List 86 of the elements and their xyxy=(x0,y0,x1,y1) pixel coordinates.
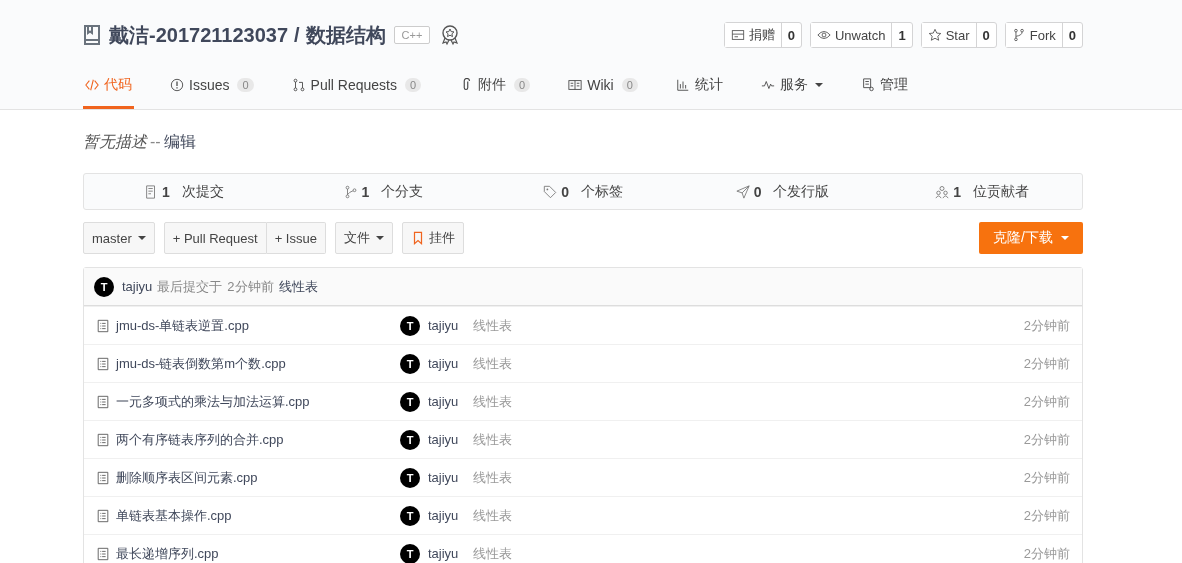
pull-request-icon xyxy=(291,78,306,92)
tag-icon xyxy=(543,184,558,199)
file-dropdown[interactable]: 文件 xyxy=(334,222,393,254)
repo-name-link[interactable]: 数据结构 xyxy=(305,21,386,49)
nav-tab[interactable]: Pull Requests 0 xyxy=(289,64,424,109)
new-issue-button[interactable]: + Issue xyxy=(266,222,326,254)
star-icon xyxy=(927,28,942,42)
avatar: T xyxy=(400,353,420,374)
people-icon xyxy=(935,184,950,199)
pulse-icon xyxy=(760,78,775,92)
stat-link[interactable]: 0 个发行版 xyxy=(682,174,883,209)
commit-time: 2分钟前 xyxy=(1023,316,1070,335)
file-icon xyxy=(96,356,110,371)
repo-icon xyxy=(83,25,101,45)
commit-time: 2分钟前 xyxy=(1023,354,1070,373)
avatar: T xyxy=(400,467,420,488)
commit-time: 2分钟前 xyxy=(227,277,274,296)
stat-link[interactable]: 1 次提交 xyxy=(84,174,284,209)
commit-label: 最后提交于 xyxy=(157,277,223,296)
eye-icon xyxy=(816,28,831,42)
book-icon xyxy=(568,78,583,92)
commit-message-link[interactable]: 线性表 xyxy=(278,277,318,296)
path-separator: / xyxy=(294,23,300,47)
file-icon xyxy=(96,470,110,485)
widget-button[interactable]: 挂件 xyxy=(401,222,464,254)
author-link[interactable]: tajiyu xyxy=(428,432,459,447)
file-icon xyxy=(96,394,110,409)
nav-tab[interactable]: Issues 0 xyxy=(168,64,256,109)
file-link[interactable]: jmu-ds-单链表逆置.cpp xyxy=(116,316,249,335)
file-icon xyxy=(96,508,110,523)
avatar: T xyxy=(400,391,420,412)
author-link[interactable]: tajiyu xyxy=(428,356,459,371)
repo-owner-link[interactable]: 戴洁-201721123037 xyxy=(109,21,289,49)
avatar: T xyxy=(400,429,420,450)
bar-chart-icon xyxy=(675,78,690,92)
stat-link[interactable]: 1 个分支 xyxy=(283,174,484,209)
award-icon xyxy=(440,24,461,46)
avatar: T xyxy=(400,543,420,563)
stat-link[interactable]: 0 个标签 xyxy=(483,174,683,209)
file-icon xyxy=(96,432,110,447)
action-count[interactable]: 1 xyxy=(891,23,912,47)
file-icon xyxy=(96,546,110,561)
nav-tab[interactable]: 统计 xyxy=(673,64,725,109)
language-label: C++ xyxy=(393,26,431,44)
author-link[interactable]: tajiyu xyxy=(428,394,459,409)
file-link[interactable]: 最长递增序列.cpp xyxy=(116,544,219,563)
avatar: T xyxy=(94,276,114,297)
commit-time: 2分钟前 xyxy=(1023,468,1070,487)
new-pull-request-button[interactable]: + Pull Request xyxy=(163,222,267,254)
author-link[interactable]: tajiyu xyxy=(428,318,459,333)
action-count[interactable]: 0 xyxy=(975,23,996,47)
stat-link[interactable]: 1 位贡献者 xyxy=(882,174,1082,209)
file-link[interactable]: 删除顺序表区间元素.cpp xyxy=(116,468,258,487)
action-count[interactable]: 0 xyxy=(1061,23,1082,47)
branch-dropdown[interactable]: master xyxy=(83,222,155,254)
file-link[interactable]: jmu-ds-链表倒数第m个数.cpp xyxy=(116,354,286,373)
description-text: 暂无描述 xyxy=(83,133,147,150)
author-link[interactable]: tajiyu xyxy=(428,508,459,523)
commit-time: 2分钟前 xyxy=(1023,392,1070,411)
avatar: T xyxy=(400,315,420,336)
file-link[interactable]: 一元多项式的乘法与加法运算.cpp xyxy=(116,392,310,411)
settings-document-icon xyxy=(860,78,875,92)
nav-tab[interactable]: 服务 xyxy=(758,64,825,109)
author-link[interactable]: tajiyu xyxy=(428,546,459,561)
code-icon xyxy=(85,78,99,92)
commit-time: 2分钟前 xyxy=(1023,506,1070,525)
avatar: T xyxy=(400,505,420,526)
nav-tab[interactable]: Wiki 0 xyxy=(566,64,640,109)
branch-icon xyxy=(343,184,358,199)
document-icon xyxy=(143,184,158,199)
commit-time: 2分钟前 xyxy=(1023,430,1070,449)
author-link[interactable]: tajiyu xyxy=(122,279,153,294)
author-link[interactable]: tajiyu xyxy=(428,470,459,485)
file-icon xyxy=(96,318,110,333)
fork-icon xyxy=(1011,28,1026,42)
nav-tab[interactable]: 管理 xyxy=(858,64,910,109)
card-icon xyxy=(730,28,745,42)
description-separator: -- xyxy=(150,133,161,150)
nav-tab[interactable]: 附件 0 xyxy=(457,64,533,109)
commit-time: 2分钟前 xyxy=(1023,544,1070,563)
paper-plane-icon xyxy=(735,184,750,199)
action-count[interactable]: 0 xyxy=(780,23,801,47)
info-icon xyxy=(170,78,184,92)
file-link[interactable]: 两个有序链表序列的合并.cpp xyxy=(116,430,284,449)
file-link[interactable]: 单链表基本操作.cpp xyxy=(116,506,232,525)
edit-link[interactable]: 编辑 xyxy=(163,133,196,150)
